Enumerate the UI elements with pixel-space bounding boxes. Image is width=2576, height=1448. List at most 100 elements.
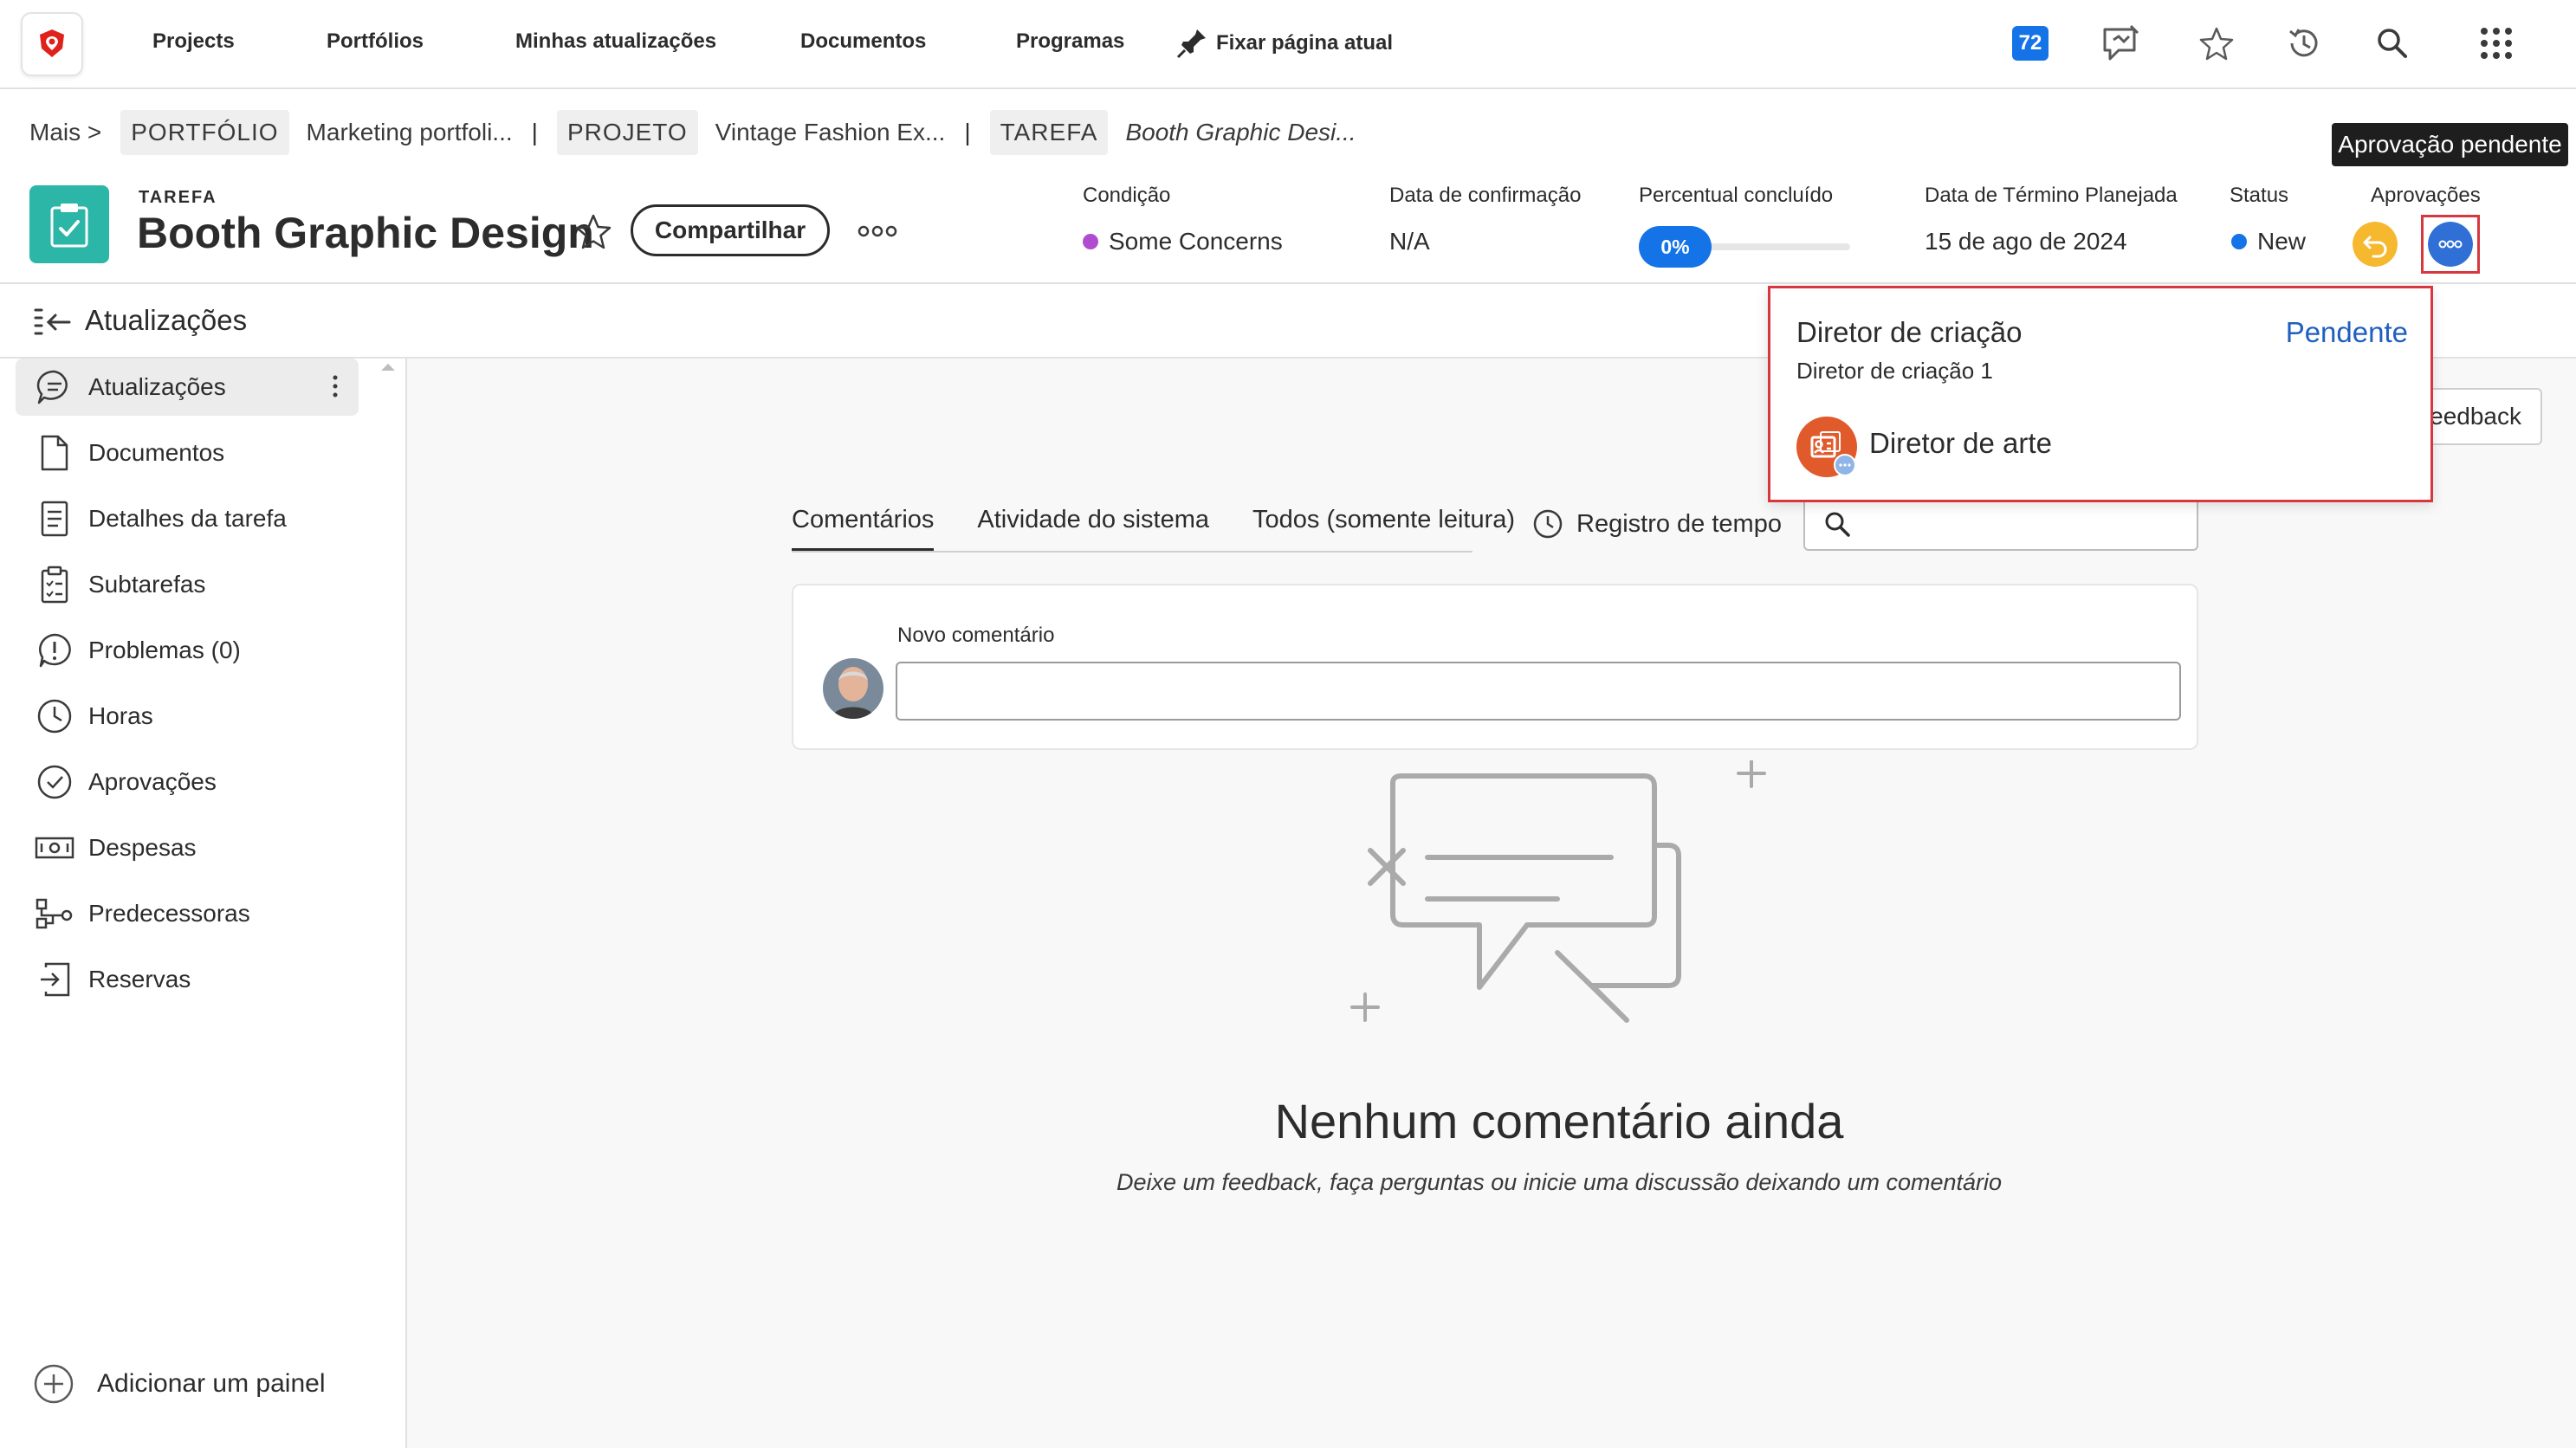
clock-icon [37,699,72,734]
status-dot [2231,234,2247,249]
percent-complete-value[interactable]: 0% [1639,226,1712,268]
commit-date-label: Data de confirmação [1389,184,1582,207]
sidebar-item-bookings[interactable]: Reservas [16,951,359,1008]
breadcrumb-project-link[interactable]: Vintage Fashion Ex... [715,119,946,146]
pin-page-button[interactable]: Fixar página atual [1175,26,1393,61]
more-options-icon[interactable] [858,221,897,242]
nav-link-programs[interactable]: Programas [1016,29,1124,54]
sidebar-item-task-details[interactable]: Detalhes da tarefa [16,490,359,547]
app-grid-icon[interactable] [2477,24,2515,62]
sidebar-item-predecessors[interactable]: Predecessoras [16,885,359,942]
approver-role-icon [1796,417,1857,477]
feedback-chat-icon[interactable] [2100,24,2143,62]
search-input[interactable] [1861,504,2184,542]
commit-date-value[interactable]: N/A [1389,228,1430,255]
sidebar-item-updates[interactable]: Atualizações [16,359,359,416]
document-icon [41,435,68,471]
status-label: Status [2230,184,2289,207]
sidebar-item-label: Reservas [88,966,191,992]
sidebar-item-hours[interactable]: Horas [16,688,359,745]
tabs-underline [792,551,1472,553]
approval-step-subtitle: Diretor de criação 1 [1796,358,1993,384]
task-type-icon [29,185,109,263]
breadcrumb-portfolio-tag: PORTFÓLIO [120,110,289,155]
approval-popover: Diretor de criação Pendente Diretor de c… [1768,286,2433,502]
sidebar-item-label: Subtarefas [88,571,206,598]
tab-all-read-only[interactable]: Todos (somente leitura) [1252,506,1515,548]
pin-page-label: Fixar página atual [1216,31,1394,55]
condition-label: Condição [1083,184,1171,207]
nav-link-documents[interactable]: Documentos [800,29,926,54]
sidebar-item-label: Problemas (0) [88,637,241,663]
checkmark-circle-icon [37,765,72,799]
sidebar-item-label: Detalhes da tarefa [88,505,287,532]
sidebar-item-label: Despesas [88,834,197,861]
undo-approval-icon[interactable] [2353,222,2398,267]
notifications-badge[interactable]: 72 [2012,26,2049,61]
history-icon[interactable] [2285,24,2323,62]
collapse-panel-icon[interactable] [33,307,73,338]
page-title[interactable]: Booth Graphic Design [137,208,594,258]
sidebar-item-label: Aprovações [88,768,217,795]
approval-tooltip: Aprovação pendente [2332,123,2568,166]
sidebar-item-label: Horas [88,702,153,729]
breadcrumb-task-tag: TAREFA [989,110,1109,155]
add-panel-label: Adicionar um painel [97,1369,326,1398]
add-circle-icon [34,1364,74,1404]
condition-dot [1083,234,1098,249]
sidebar-item-approvals[interactable]: Aprovações [16,753,359,811]
tab-comments[interactable]: Comentários [792,506,935,552]
new-comment-input[interactable] [896,662,2181,721]
empty-state-subtitle: Deixe um feedback, faça perguntas ou ini… [1116,1169,2003,1195]
chat-bubble-icon [36,370,68,404]
sidebar-item-documents[interactable]: Documentos [16,424,359,482]
pending-approval-highlight [2421,215,2480,274]
drag-handle-icon[interactable] [331,374,340,398]
sidebar-item-label: Predecessoras [88,900,250,927]
sidebar-item-expenses[interactable]: Despesas [16,819,359,876]
condition-field[interactable]: Some Concerns [1083,228,1283,255]
breadcrumb-separator: | [964,119,971,145]
breadcrumb-more[interactable]: Mais > [29,119,101,146]
percent-complete-label: Percentual concluído [1639,184,1834,207]
search-icon[interactable] [2373,24,2411,62]
condition-value: Some Concerns [1109,228,1283,255]
breadcrumb-portfolio-link[interactable]: Marketing portfoli... [307,119,513,146]
time-log-button[interactable]: Registro de tempo [1531,507,1782,540]
object-type-label: TAREFA [139,188,217,207]
sidebar: Atualizações Documentos Detalhes da tare… [0,359,407,1448]
tab-system-activity[interactable]: Atividade do sistema [977,506,1209,548]
new-comment-label: Novo comentário [897,624,1055,647]
apps-logo-icon [40,29,64,57]
nav-link-my-updates[interactable]: Minhas atualizações [515,29,716,54]
empty-comments-illustration [1350,760,1766,1023]
details-icon [41,501,68,537]
time-log-label: Registro de tempo [1576,509,1782,538]
apps-logo-button[interactable] [21,12,83,76]
predecessor-icon [36,898,73,929]
new-comment-card: Novo comentário [792,584,2198,750]
clipboard-check-icon [50,204,88,248]
updates-tabs: Comentários Atividade do sistema Todos (… [792,506,1558,556]
empty-state-title: Nenhum comentário ainda [1274,1094,1844,1148]
add-panel-button[interactable]: Adicionar um painel [33,1363,325,1405]
star-icon[interactable] [2197,24,2236,62]
search-icon [1825,512,1850,537]
sidebar-item-label: Atualizações [88,373,226,400]
nav-link-portfolios[interactable]: Portfólios [327,29,424,54]
breadcrumb-project-tag: PROJETO [556,110,698,155]
issue-icon [38,633,71,668]
panel-title: Atualizações [85,304,248,336]
sidebar-item-subtasks[interactable]: Subtarefas [16,556,359,613]
favorite-star-icon[interactable] [573,212,613,252]
pin-icon [1176,29,1206,59]
status-field[interactable]: New [2231,228,2306,255]
money-icon [35,837,74,859]
subtasks-icon [41,566,68,604]
scroll-up-arrow[interactable] [381,364,395,371]
share-button[interactable]: Compartilhar [631,204,830,256]
planned-completion-value[interactable]: 15 de ago de 2024 [1925,228,2127,255]
booking-icon [41,962,70,997]
sidebar-item-issues[interactable]: Problemas (0) [16,622,359,679]
nav-link-projects[interactable]: Projects [152,29,235,54]
